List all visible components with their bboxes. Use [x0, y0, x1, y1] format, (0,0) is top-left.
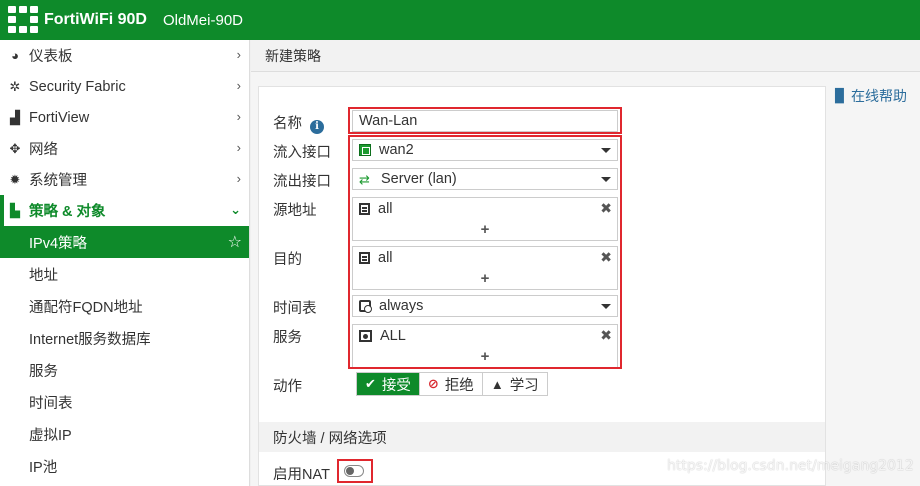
network-arrows-icon: ✥	[9, 140, 21, 156]
sidebar-item-dashboard[interactable]: ◕ 仪表板 ›	[0, 40, 249, 71]
chevron-right-icon: ›	[236, 140, 241, 155]
chevron-down-icon: ⌄	[230, 202, 241, 217]
chevron-right-icon: ›	[236, 78, 241, 93]
sidebar-item-label: FortiView	[29, 109, 90, 126]
top-header-bar: FortiWiFi 90D OldMei-90D	[0, 0, 920, 40]
outgoing-interface-label: 流出接口	[273, 174, 331, 190]
sidebar-subitem-label: 服务	[29, 363, 58, 380]
sidebar-subitem-label: 通配符FQDN地址	[29, 299, 143, 316]
deny-circle-icon: ⊘	[427, 376, 439, 391]
online-help-label: 在线帮助	[851, 88, 907, 104]
sidebar-subitem-schedules[interactable]: 时间表	[0, 386, 249, 418]
online-help-link[interactable]: ▉ 在线帮助	[835, 86, 907, 106]
sidebar-subitem-label: 虚拟IP	[29, 427, 72, 444]
sidebar-subitem-ipv4-policy[interactable]: IPv4策略 ☆	[0, 226, 249, 258]
name-row-label: 名称 i	[273, 112, 324, 134]
sidebar-subitem-wildcard-fqdn[interactable]: 通配符FQDN地址	[0, 290, 249, 322]
check-icon: ✔	[365, 376, 376, 391]
graduation-cap-icon: ▲	[490, 376, 504, 392]
sidebar-subitem-label: IPv4策略	[29, 235, 88, 252]
action-label: 动作	[273, 379, 302, 395]
sidebar-subitem-virtual-ip[interactable]: 虚拟IP	[0, 418, 249, 450]
firewall-network-options-header: 防火墙 / 网络选项	[259, 422, 825, 452]
book-icon: ▉	[835, 88, 845, 103]
source-address-label: 源地址	[273, 203, 317, 219]
accept-label: 接受	[381, 377, 411, 394]
sidebar-subitem-addresses[interactable]: 地址	[0, 258, 249, 290]
sidebar-item-policy-objects[interactable]: ▙ 策略 & 对象 ⌄	[0, 195, 249, 226]
info-icon[interactable]: i	[310, 119, 324, 134]
chevron-right-icon: ›	[236, 171, 241, 186]
sidebar-item-network[interactable]: ✥ 网络 ›	[0, 133, 249, 164]
sidebar-subitem-label: 地址	[29, 267, 58, 284]
sidebar-subitem-label: 时间表	[29, 395, 73, 412]
sidebar-item-fortiview[interactable]: ▟ FortiView ›	[0, 102, 249, 133]
policy-form: 名称 i Wan-Lan 流入接口 wan2 流出接口 ⇄ Server (lan…	[258, 86, 826, 486]
schedule-label: 时间表	[273, 301, 317, 317]
watermark: https://blog.csdn.net/meigang2012	[667, 458, 914, 474]
chevron-right-icon: ›	[236, 47, 241, 62]
chevron-right-icon: ›	[236, 109, 241, 124]
action-toggle-group: ✔ 接受 ⊘ 拒绝 ▲ 学习	[356, 372, 548, 396]
learn-label: 学习	[509, 377, 539, 394]
sidebar-subitem-label: IP池	[29, 459, 58, 476]
service-label: 服务	[273, 330, 302, 346]
accept-button[interactable]: ✔ 接受	[357, 373, 420, 395]
policy-objects-icon: ▙	[10, 202, 20, 218]
sidebar-item-label: 系统管理	[29, 173, 87, 189]
fortiview-chart-icon: ▟	[10, 109, 20, 125]
dashboard-icon: ◕	[11, 48, 19, 63]
main-content: 新建策略 ▉ 在线帮助 名称 i Wan-Lan 流入接口 wan2 流出接口 ⇄…	[251, 40, 920, 486]
sidebar-item-system[interactable]: ✹ 系统管理 ›	[0, 164, 249, 195]
highlight-box-nat	[337, 459, 373, 483]
gear-icon: ✹	[9, 171, 21, 187]
learn-button[interactable]: ▲ 学习	[482, 373, 547, 395]
destination-label: 目的	[273, 252, 302, 268]
sidebar-item-security-fabric[interactable]: ✲ Security Fabric ›	[0, 71, 249, 102]
nat-label: 启用NAT	[273, 467, 330, 483]
incoming-interface-label: 流入接口	[273, 145, 331, 161]
sidebar-item-label: 网络	[29, 142, 58, 158]
sidebar-subitem-label: Internet服务数据库	[29, 331, 151, 348]
sidebar-subitem-ip-pools[interactable]: IP池	[0, 450, 249, 482]
device-hostname[interactable]: OldMei-90D	[163, 12, 243, 29]
sidebar-nav: ◕ 仪表板 › ✲ Security Fabric › ▟ FortiView …	[0, 40, 250, 486]
deny-label: 拒绝	[444, 377, 474, 394]
sidebar-item-label: Security Fabric	[29, 78, 126, 95]
sidebar-item-label: 仪表板	[29, 49, 73, 65]
device-brand: FortiWiFi 90D	[44, 11, 147, 28]
highlight-box-name	[348, 107, 622, 134]
deny-button[interactable]: ⊘ 拒绝	[419, 373, 483, 395]
security-fabric-icon: ✲	[9, 78, 21, 94]
sidebar-subitem-internet-service-db[interactable]: Internet服务数据库	[0, 322, 249, 354]
star-icon[interactable]: ☆	[228, 232, 242, 252]
name-label: 名称	[273, 116, 302, 132]
sidebar-item-label: 策略 & 对象	[29, 204, 106, 220]
sidebar-subitem-services[interactable]: 服务	[0, 354, 249, 386]
fortinet-logo-icon	[8, 5, 38, 35]
page-title: 新建策略	[251, 40, 920, 72]
highlight-box-fields	[348, 135, 622, 369]
